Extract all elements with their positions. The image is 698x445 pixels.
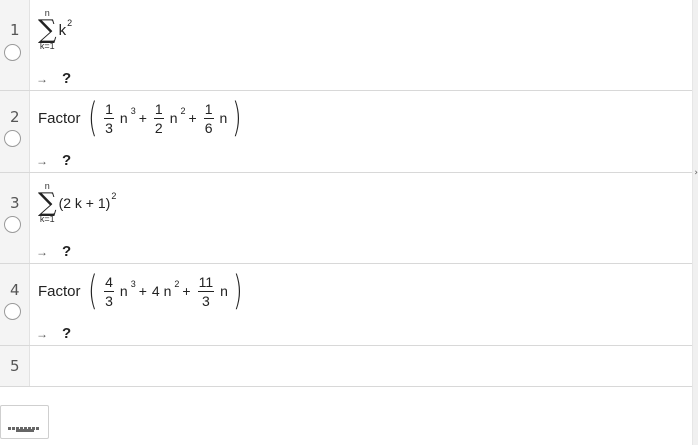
sigma-symbol: ∑ <box>38 15 57 45</box>
command-name: Factor <box>38 109 81 127</box>
output-value: ? <box>62 325 72 342</box>
term: 4 n <box>151 283 172 299</box>
output-value: ? <box>62 152 72 169</box>
exponent: 3 <box>130 106 136 116</box>
operator: + <box>138 283 147 299</box>
operator: + <box>188 110 197 126</box>
open-paren: ( <box>87 95 98 141</box>
denominator: 6 <box>204 119 213 136</box>
output-arrow-icon: → <box>36 326 48 341</box>
exponent: 2 <box>111 191 117 201</box>
denominator: 2 <box>154 119 163 136</box>
output-arrow-icon: → <box>36 153 48 168</box>
panel-edge <box>692 0 698 445</box>
variable: n <box>219 110 228 126</box>
sum-lower-limit: k=1 <box>39 41 55 51</box>
cas-input[interactable]: Factor ( 13 n3 + 12 n2 + 16 n ) <box>38 95 245 141</box>
fraction: 16 <box>203 100 214 136</box>
denominator: 3 <box>105 119 113 136</box>
sigma-symbol: ∑ <box>38 188 57 218</box>
cas-row-5[interactable]: 5 <box>0 346 692 387</box>
row-number: 1 <box>10 21 20 39</box>
cas-input[interactable]: n ∑ k=1 (2 k + 1) 2 <box>38 179 116 227</box>
operator: + <box>138 110 147 126</box>
row-gutter: 3 <box>0 173 30 263</box>
operator: + <box>182 283 191 299</box>
cas-output: → ? <box>36 70 71 87</box>
variable: n <box>169 110 178 126</box>
denominator: 3 <box>105 292 113 309</box>
output-arrow-icon: → <box>36 244 48 259</box>
summation: n ∑ k=1 <box>38 182 57 224</box>
sum-lower-limit: k=1 <box>39 214 55 224</box>
numerator: 1 <box>203 100 214 119</box>
variable: n <box>119 110 128 126</box>
fraction: 13 <box>104 102 114 135</box>
row-gutter: 5 <box>0 346 30 386</box>
output-arrow-icon: → <box>36 71 48 86</box>
cas-input[interactable]: n ∑ k=1 k2 <box>38 6 72 54</box>
exponent: 3 <box>130 279 136 289</box>
cas-input-empty[interactable] <box>38 352 678 380</box>
cas-output: → ? <box>36 325 71 342</box>
fraction: 12 <box>153 100 164 136</box>
circle-toggle-icon[interactable] <box>4 44 21 61</box>
denominator: 3 <box>201 292 210 309</box>
output-value: ? <box>62 243 72 260</box>
output-value: ? <box>62 70 72 87</box>
variable: n <box>119 283 128 299</box>
chevron-right-icon[interactable]: › <box>694 168 698 178</box>
row-gutter: 4 <box>0 264 30 345</box>
row-number: 3 <box>10 194 20 212</box>
command-name: Factor <box>38 282 81 300</box>
close-paren: ) <box>233 268 243 314</box>
numerator: 11 <box>197 273 215 292</box>
keyboard-button[interactable] <box>0 405 49 439</box>
exponent: 2 <box>174 279 180 289</box>
fraction: 11 3 <box>197 273 215 309</box>
cas-input[interactable]: Factor ( 43 n3 + 4 n2 + 11 3 n ) <box>38 268 246 314</box>
sum-body: (2 k + 1) <box>58 195 111 211</box>
variable: n <box>220 283 228 299</box>
cas-view: 1 n ∑ k=1 k2 → ? 2 Factor ( 13 n3 + 12 n… <box>0 0 692 445</box>
exponent: 2 <box>67 18 73 28</box>
numerator: 4 <box>104 273 114 292</box>
sum-body: k <box>58 21 67 39</box>
row-number: 5 <box>10 357 20 375</box>
open-paren: ( <box>87 268 98 314</box>
cas-output: → ? <box>36 152 71 169</box>
numerator: 1 <box>104 100 114 119</box>
fraction: 43 <box>104 275 114 308</box>
circle-toggle-icon[interactable] <box>4 303 21 320</box>
circle-toggle-icon[interactable] <box>4 130 21 147</box>
cas-row-3[interactable]: 3 n ∑ k=1 (2 k + 1) 2 → ? <box>0 173 692 264</box>
cas-row-2[interactable]: 2 Factor ( 13 n3 + 12 n2 + 16 n ) → ? <box>0 91 692 173</box>
row-number: 4 <box>10 281 20 299</box>
cas-row-1[interactable]: 1 n ∑ k=1 k2 → ? <box>0 0 692 91</box>
row-gutter: 2 <box>0 91 30 172</box>
exponent: 2 <box>180 106 186 116</box>
summation: n ∑ k=1 <box>38 9 57 51</box>
row-gutter: 1 <box>0 0 30 90</box>
cas-row-4[interactable]: 4 Factor ( 43 n3 + 4 n2 + 11 3 n ) → ? <box>0 264 692 346</box>
numerator: 1 <box>153 100 164 119</box>
keyboard-spacebar <box>16 429 34 432</box>
close-paren: ) <box>232 95 242 141</box>
cas-output: → ? <box>36 243 71 260</box>
circle-toggle-icon[interactable] <box>4 216 21 233</box>
row-number: 2 <box>10 108 20 126</box>
